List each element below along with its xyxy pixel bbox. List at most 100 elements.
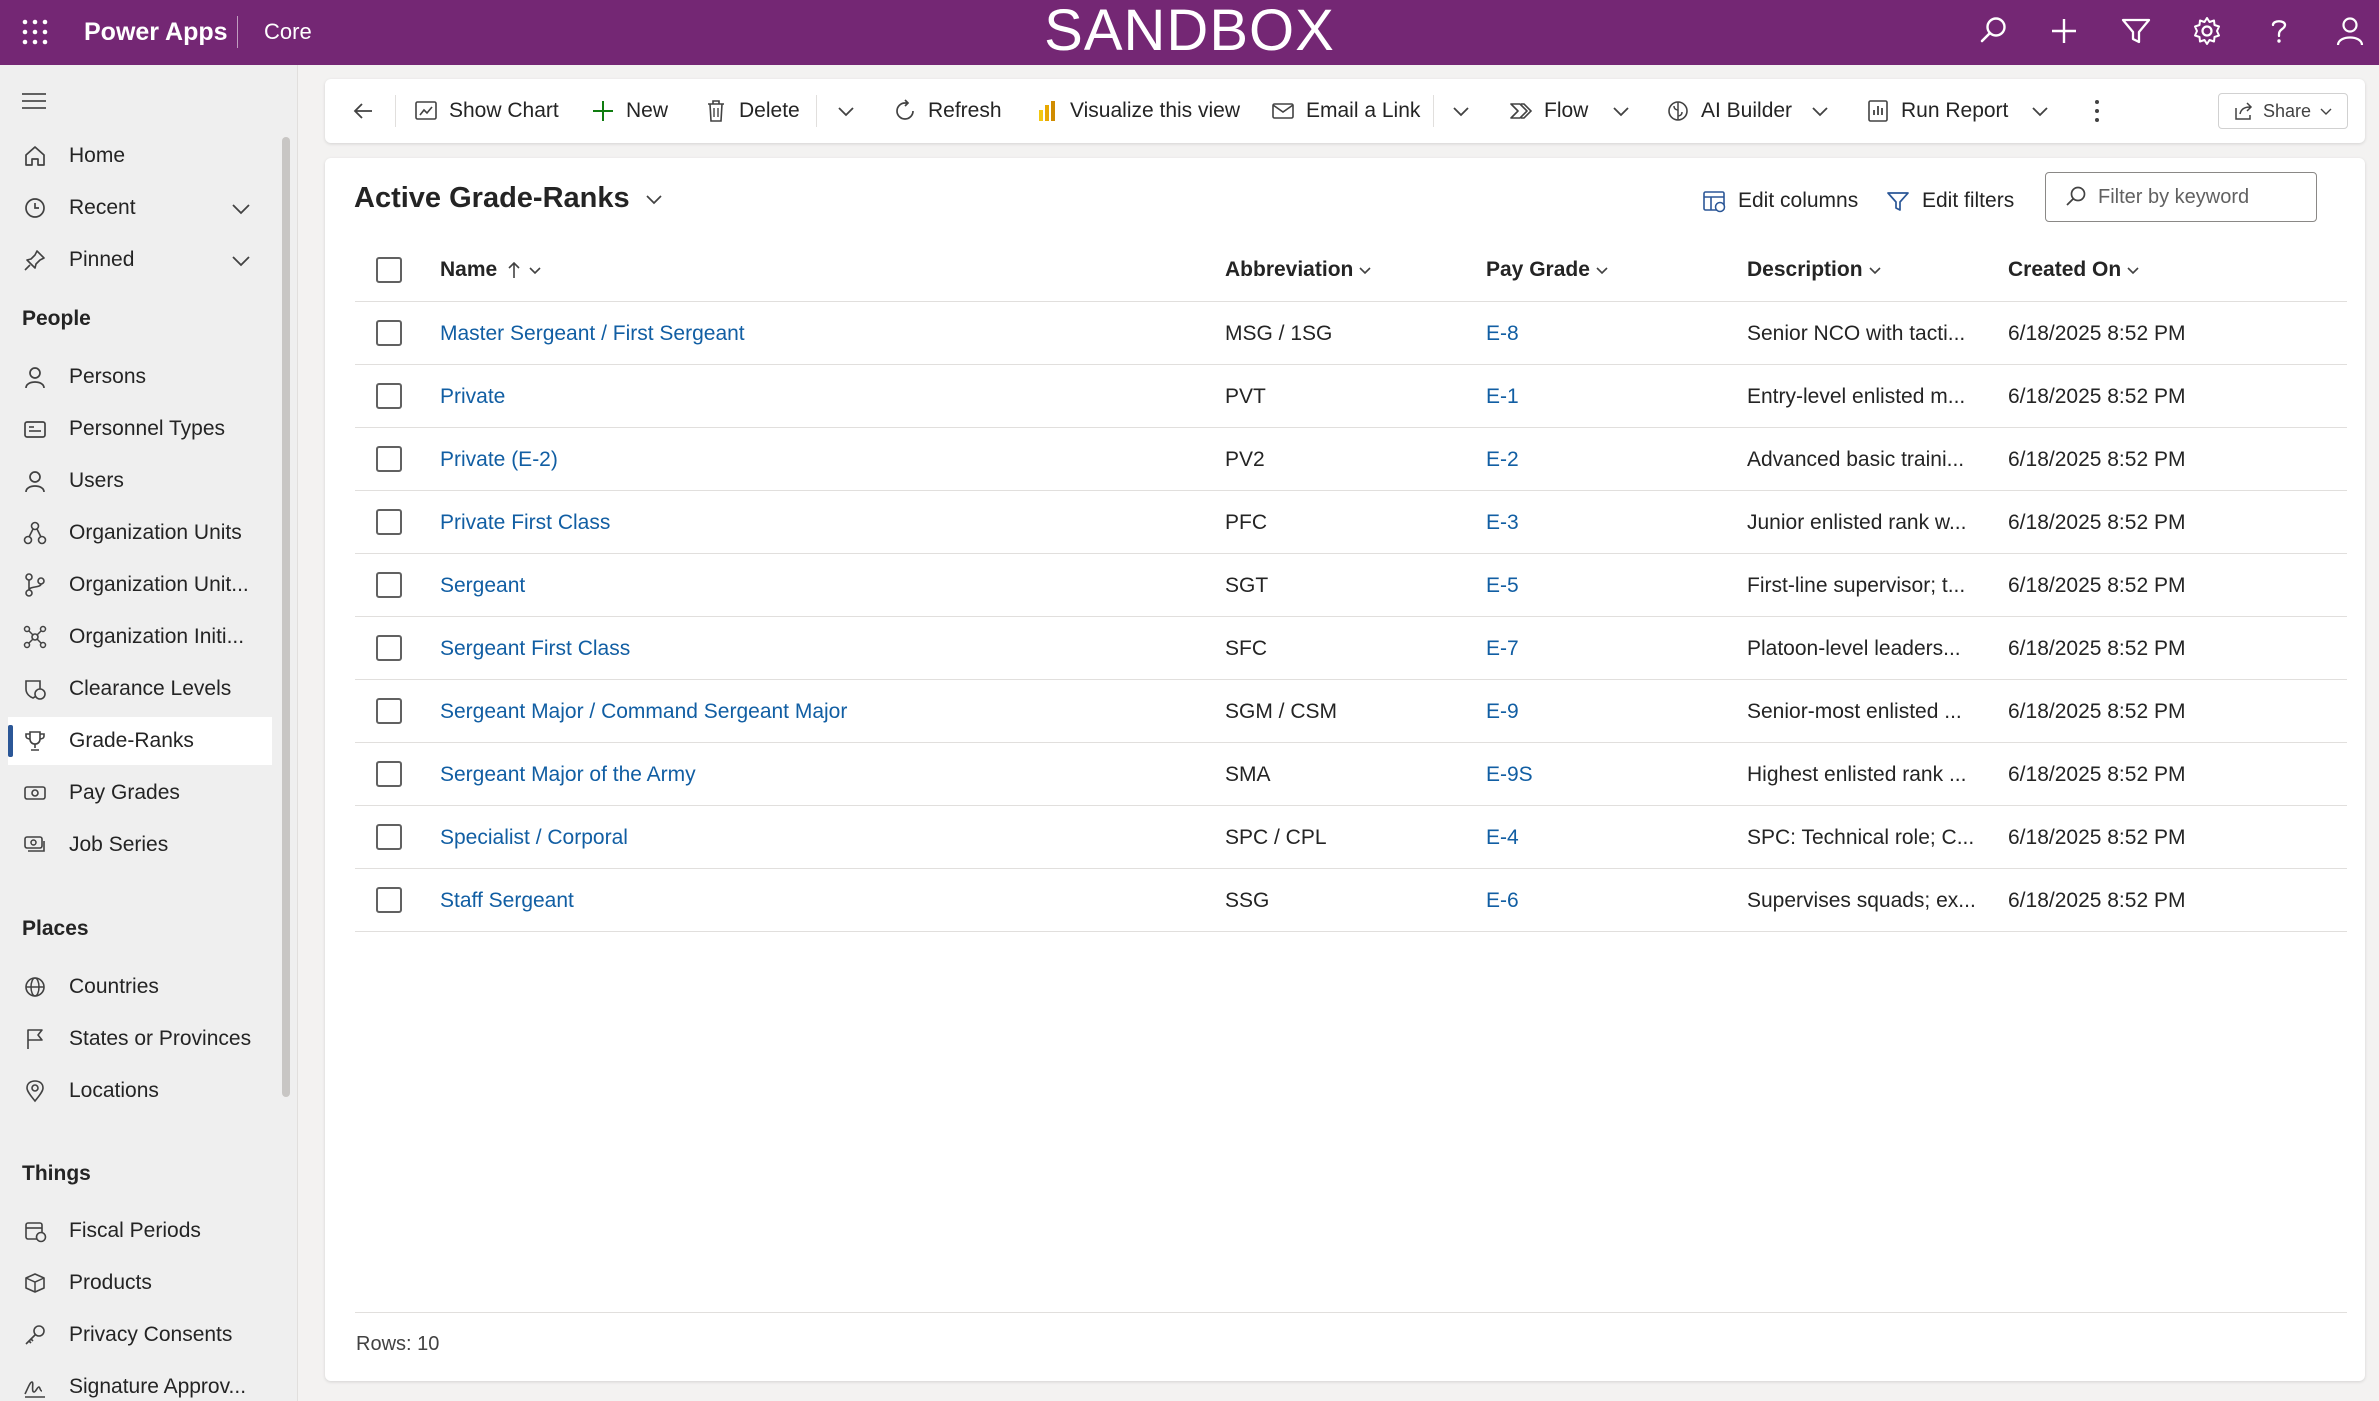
select-all-checkbox[interactable] [376, 257, 402, 283]
delete-button[interactable]: Delete [703, 79, 800, 143]
show-chart-button[interactable]: Show Chart [413, 79, 559, 143]
chevron-down-icon[interactable] [2028, 99, 2052, 123]
sidebar-item-fiscal-periods[interactable]: Fiscal Periods [8, 1207, 272, 1255]
sidebar-item-pay-grades[interactable]: Pay Grades [8, 769, 272, 817]
sidebar-item-states-or-provinces[interactable]: States or Provinces [8, 1015, 272, 1063]
row-checkbox[interactable] [376, 572, 402, 598]
name-link[interactable]: Sergeant Major / Command Sergeant Major [440, 680, 1200, 743]
share-button[interactable]: Share [2218, 93, 2348, 129]
chevron-down-icon[interactable] [230, 250, 252, 272]
name-link[interactable]: Master Sergeant / First Sergeant [440, 302, 1200, 365]
environment-name[interactable]: Core [264, 19, 312, 45]
column-header-pay-grade[interactable]: Pay Grade [1486, 238, 1610, 302]
table-row[interactable]: Sergeant Major of the Army SMA E-9S High… [355, 743, 2347, 806]
table-row[interactable]: Specialist / Corporal SPC / CPL E-4 SPC:… [355, 806, 2347, 869]
sidebar-item-locations[interactable]: Locations [8, 1067, 272, 1115]
table-row[interactable]: Private (E-2) PV2 E-2 Advanced basic tra… [355, 428, 2347, 491]
pay-grade-link[interactable]: E-9S [1486, 743, 1726, 806]
name-link[interactable]: Sergeant Major of the Army [440, 743, 1200, 806]
sidebar-item-signature-approvals[interactable]: Signature Approv... [8, 1363, 272, 1401]
sidebar-item-grade-ranks[interactable]: Grade-Ranks [8, 717, 272, 765]
filter-by-keyword-field[interactable] [2045, 172, 2317, 222]
chevron-down-icon[interactable] [230, 198, 252, 220]
sidebar-item-users[interactable]: Users [8, 457, 272, 505]
app-name[interactable]: Power Apps [84, 17, 228, 47]
sidebar-item-organization-units[interactable]: Organization Units [8, 509, 272, 557]
pay-grade-link[interactable]: E-5 [1486, 554, 1726, 617]
app-launcher-icon[interactable] [20, 17, 50, 47]
row-checkbox[interactable] [376, 824, 402, 850]
column-header-description[interactable]: Description [1747, 238, 1883, 302]
sidebar-item-products[interactable]: Products [8, 1259, 272, 1307]
row-checkbox[interactable] [376, 446, 402, 472]
row-checkbox[interactable] [376, 509, 402, 535]
new-button[interactable]: New [590, 79, 668, 143]
column-header-created-on[interactable]: Created On [2008, 238, 2141, 302]
row-checkbox[interactable] [376, 320, 402, 346]
pay-grade-link[interactable]: E-3 [1486, 491, 1726, 554]
sidebar-item-organization-initiatives[interactable]: Organization Initi... [8, 613, 272, 661]
sidebar-item-personnel-types[interactable]: Personnel Types [8, 405, 272, 453]
help-icon[interactable] [2262, 14, 2296, 48]
user-icon[interactable] [2333, 14, 2367, 48]
chevron-down-icon[interactable] [834, 99, 858, 123]
sidebar-item-persons[interactable]: Persons [8, 353, 272, 401]
name-link[interactable]: Private First Class [440, 491, 1200, 554]
settings-icon[interactable] [2190, 14, 2224, 48]
table-row[interactable]: Master Sergeant / First Sergeant MSG / 1… [355, 302, 2347, 365]
sidebar-item-recent[interactable]: Recent [8, 184, 272, 232]
pay-grade-link[interactable]: E-6 [1486, 869, 1726, 932]
chevron-down-icon[interactable] [1609, 99, 1633, 123]
edit-columns-button[interactable]: Edit columns [1701, 184, 1858, 218]
table-row[interactable]: Sergeant SGT E-5 First-line supervisor; … [355, 554, 2347, 617]
pay-grade-link[interactable]: E-2 [1486, 428, 1726, 491]
refresh-button[interactable]: Refresh [892, 79, 1002, 143]
name-link[interactable]: Sergeant [440, 554, 1200, 617]
run-report-button[interactable]: Run Report [1865, 79, 2008, 143]
hamburger-icon[interactable] [20, 89, 48, 113]
table-row[interactable]: Sergeant First Class SFC E-7 Platoon-lev… [355, 617, 2347, 680]
sidebar-item-home[interactable]: Home [8, 132, 272, 180]
pay-grade-link[interactable]: E-9 [1486, 680, 1726, 743]
table-row[interactable]: Sergeant Major / Command Sergeant Major … [355, 680, 2347, 743]
filter-icon[interactable] [2119, 14, 2153, 48]
sidebar-item-privacy-consents[interactable]: Privacy Consents [8, 1311, 272, 1359]
table-row[interactable]: Private PVT E-1 Entry-level enlisted m..… [355, 365, 2347, 428]
chevron-down-icon[interactable] [1808, 99, 1832, 123]
sidebar-item-countries[interactable]: Countries [8, 963, 272, 1011]
table-row[interactable]: Staff Sergeant SSG E-6 Supervises squads… [355, 869, 2347, 932]
name-link[interactable]: Specialist / Corporal [440, 806, 1200, 869]
pay-grade-link[interactable]: E-1 [1486, 365, 1726, 428]
sidebar-item-clearance-levels[interactable]: Clearance Levels [8, 665, 272, 713]
ai-builder-button[interactable]: AI Builder [1665, 79, 1792, 143]
visualize-view-button[interactable]: Visualize this view [1034, 79, 1240, 143]
sidebar-scrollbar[interactable] [282, 137, 290, 1097]
flow-button[interactable]: Flow [1508, 79, 1588, 143]
sidebar-item-job-series[interactable]: Job Series [8, 821, 272, 869]
sidebar-item-pinned[interactable]: Pinned [8, 236, 272, 284]
email-link-button[interactable]: Email a Link [1270, 79, 1420, 143]
name-link[interactable]: Sergeant First Class [440, 617, 1200, 680]
pay-grade-link[interactable]: E-7 [1486, 617, 1726, 680]
name-link[interactable]: Staff Sergeant [440, 869, 1200, 932]
more-options-icon[interactable] [2089, 97, 2105, 125]
name-link[interactable]: Private [440, 365, 1200, 428]
row-checkbox[interactable] [376, 761, 402, 787]
back-arrow-icon[interactable] [351, 99, 375, 123]
row-checkbox[interactable] [376, 383, 402, 409]
sidebar-item-organization-unit-types[interactable]: Organization Unit... [8, 561, 272, 609]
search-icon[interactable] [1976, 14, 2010, 48]
table-row[interactable]: Private First Class PFC E-3 Junior enlis… [355, 491, 2347, 554]
filter-by-keyword-input[interactable] [2098, 185, 2298, 209]
name-link[interactable]: Private (E-2) [440, 428, 1200, 491]
row-checkbox[interactable] [376, 698, 402, 724]
chevron-down-icon[interactable] [1449, 99, 1473, 123]
column-header-name[interactable]: Name [440, 238, 543, 302]
edit-filters-button[interactable]: Edit filters [1885, 184, 2014, 218]
add-icon[interactable] [2047, 14, 2081, 48]
view-selector[interactable]: Active Grade-Ranks [354, 182, 666, 215]
row-checkbox[interactable] [376, 635, 402, 661]
row-checkbox[interactable] [376, 887, 402, 913]
pay-grade-link[interactable]: E-8 [1486, 302, 1726, 365]
pay-grade-link[interactable]: E-4 [1486, 806, 1726, 869]
